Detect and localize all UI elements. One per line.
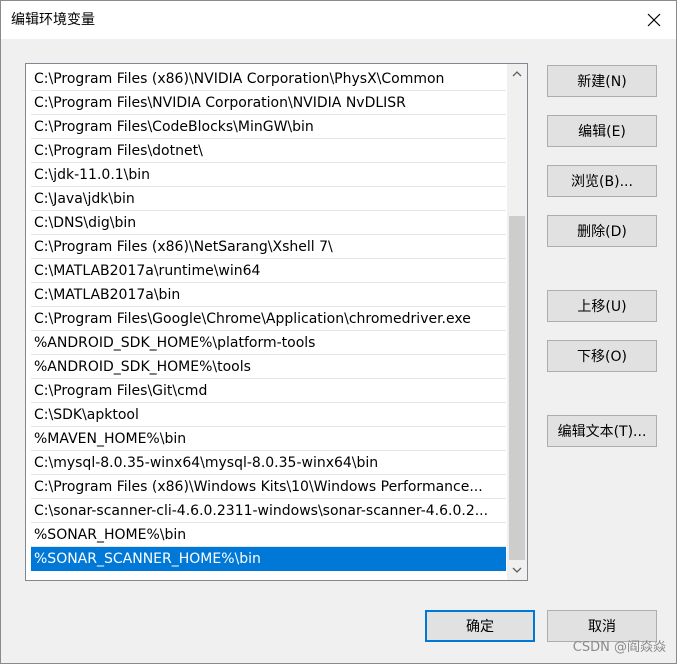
chevron-up-icon <box>512 71 522 77</box>
list-item[interactable]: %MAVEN_HOME%\bin <box>31 427 506 451</box>
list-item[interactable]: C:\Program Files (x86)\Windows Kits\10\W… <box>31 475 506 499</box>
delete-button[interactable]: 删除(D) <box>547 215 657 247</box>
list-item[interactable]: %ANDROID_SDK_HOME%\platform-tools <box>31 331 506 355</box>
scrollbar-thumb[interactable] <box>509 216 525 560</box>
list-item[interactable]: C:\Program Files (x86)\NetSarang\Xshell … <box>31 235 506 259</box>
list-item[interactable]: %SONAR_HOME%\bin <box>31 523 506 547</box>
edit-environment-variable-dialog: 编辑环境变量 C:\Program Files (x86)\NVIDIA Cor… <box>0 0 677 664</box>
path-list[interactable]: C:\Program Files (x86)\NVIDIA Corporatio… <box>25 63 528 581</box>
watermark: CSDN @阎焱焱 <box>572 640 666 655</box>
list-item[interactable]: C:\Program Files\Git\cmd <box>31 379 506 403</box>
list-item[interactable]: C:\mysql-8.0.35-winx64\mysql-8.0.35-winx… <box>31 451 506 475</box>
list-item[interactable]: C:\MATLAB2017a\runtime\win64 <box>31 259 506 283</box>
vertical-scrollbar[interactable] <box>507 64 527 580</box>
list-item[interactable]: C:\DNS\dig\bin <box>31 211 506 235</box>
list-item[interactable]: C:\MATLAB2017a\bin <box>31 283 506 307</box>
ok-button[interactable]: 确定 <box>425 610 535 642</box>
list-item[interactable]: C:\Program Files\Google\Chrome\Applicati… <box>31 307 506 331</box>
list-item[interactable]: C:\Program Files\NVIDIA Corporation\NVID… <box>31 91 506 115</box>
window-title: 编辑环境变量 <box>11 12 95 28</box>
close-button[interactable] <box>638 5 670 35</box>
list-item[interactable]: C:\SDK\apktool <box>31 403 506 427</box>
edit-button[interactable]: 编辑(E) <box>547 115 657 147</box>
move-down-button[interactable]: 下移(O) <box>547 340 657 372</box>
scroll-down-button[interactable] <box>507 560 527 580</box>
list-item[interactable]: %ANDROID_SDK_HOME%\tools <box>31 355 506 379</box>
path-items: C:\Program Files (x86)\NVIDIA Corporatio… <box>31 67 506 571</box>
move-up-button[interactable]: 上移(U) <box>547 290 657 322</box>
list-item[interactable]: C:\sonar-scanner-cli-4.6.0.2311-windows\… <box>31 499 506 523</box>
list-item[interactable]: C:\Program Files\CodeBlocks\MinGW\bin <box>31 115 506 139</box>
title-bar: 编辑环境变量 <box>1 1 676 39</box>
browse-button[interactable]: 浏览(B)... <box>547 165 657 197</box>
list-item[interactable]: %SONAR_SCANNER_HOME%\bin <box>31 547 506 571</box>
new-button[interactable]: 新建(N) <box>547 65 657 97</box>
list-item[interactable]: C:\jdk-11.0.1\bin <box>31 163 506 187</box>
list-item[interactable]: C:\Program Files (x86)\NVIDIA Corporatio… <box>31 67 506 91</box>
edit-text-button[interactable]: 编辑文本(T)... <box>547 415 657 447</box>
list-item[interactable]: C:\Java\jdk\bin <box>31 187 506 211</box>
list-item[interactable]: C:\Program Files\dotnet\ <box>31 139 506 163</box>
scroll-up-button[interactable] <box>507 64 527 84</box>
close-icon <box>647 13 661 27</box>
chevron-down-icon <box>512 567 522 573</box>
